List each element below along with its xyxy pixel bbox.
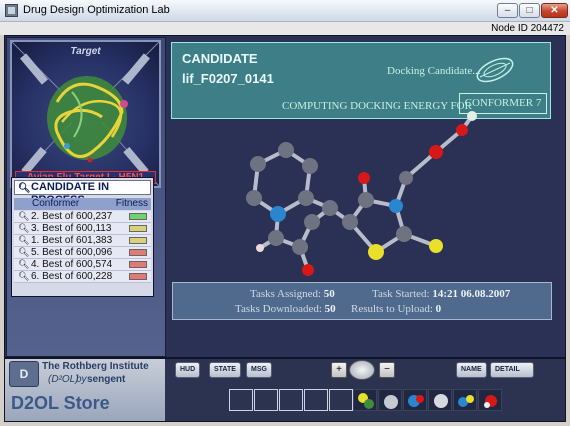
node-id: Node ID 204472 (491, 23, 564, 34)
minimize-button[interactable]: – (497, 3, 518, 18)
window-title: Drug Design Optimization Lab (23, 4, 170, 16)
brand-institute: The Rothberg Institute (42, 361, 149, 372)
title-bar: Drug Design Optimization Lab – □ ✕ (0, 0, 570, 22)
conformer-list: 🔍︎ 2. Best of 600,237 🔍︎ 3. Best of 600,113… (14, 211, 151, 283)
fitness-swatch (129, 261, 147, 268)
list-item[interactable]: 🔍︎ 4. Best of 600,574 (14, 259, 151, 271)
conformer-thumbnail[interactable] (403, 389, 427, 411)
conformer-slot[interactable] (254, 389, 278, 411)
msg-toggle[interactable]: MSG (246, 362, 272, 378)
state-toggle[interactable]: STATE (209, 362, 241, 378)
brand-panel[interactable]: D The Rothberg Institute (D²OL) by senge… (5, 359, 165, 421)
conformer-label: 4. Best of 600,574 (31, 259, 113, 270)
store-link[interactable]: D2OL Store (11, 393, 110, 414)
magnify-icon[interactable]: 🔍︎ (18, 235, 29, 246)
maximize-button[interactable]: □ (519, 3, 540, 18)
conformer-slot[interactable] (229, 389, 253, 411)
fitness-swatch (129, 213, 147, 220)
conformer-label: 3. Best of 600,113 (31, 223, 112, 234)
brand-d2ol: (D²OL) (48, 374, 79, 385)
conformer-slot[interactable] (279, 389, 303, 411)
zoom-in-icon[interactable]: + (331, 362, 347, 378)
candidate-title: CANDIDATE (182, 51, 258, 66)
tasks-assigned: Tasks Assigned: 50 (250, 288, 335, 300)
task-started: Task Started: 14:21 06.08.2007 (372, 288, 511, 300)
magnify-icon[interactable]: 🔍︎ (18, 259, 29, 270)
search-icon: 🔍︎ (18, 183, 31, 194)
magnify-icon[interactable]: 🔍︎ (18, 211, 29, 222)
list-item[interactable]: 🔍︎ 5. Best of 600,096 (14, 247, 151, 259)
process-header: 🔍︎ CANDIDATE IN PROCESS (14, 180, 151, 206)
magnify-icon[interactable]: 🔍︎ (18, 247, 29, 258)
conformer-label: 6. Best of 600,228 (31, 271, 113, 282)
conformer-label: 1. Best of 601,383 (31, 235, 113, 246)
candidate-id: lif_F0207_0141 (182, 71, 274, 86)
conformer-label: 5. Best of 600,096 (31, 247, 113, 258)
d2ol-logo-icon: D (9, 361, 39, 387)
list-item[interactable]: 🔍︎ 1. Best of 601,383 (14, 235, 151, 247)
magnify-icon[interactable]: 🔍︎ (18, 271, 29, 282)
col-conformer: Conformer (32, 198, 80, 209)
list-item[interactable]: 🔍︎ 3. Best of 600,113 (14, 223, 151, 235)
target-viewer[interactable]: Target Avian Flu Target I - H5N1 (10, 40, 161, 188)
docking-disk-icon (476, 57, 514, 83)
protein-icon (12, 42, 159, 186)
list-item[interactable]: 🔍︎ 6. Best of 600,228 (14, 271, 151, 283)
fitness-swatch (129, 225, 147, 232)
process-column-header: Conformer Fitness (14, 198, 151, 210)
results-to-upload: Results to Upload: 0 (351, 303, 442, 315)
candidate-process-panel: 🔍︎ CANDIDATE IN PROCESS Conformer Fitnes… (11, 177, 154, 297)
app-icon (5, 4, 18, 17)
magnify-icon[interactable]: 🔍︎ (18, 223, 29, 234)
docking-status: Docking Candidate... (387, 65, 481, 77)
task-stats-panel: Tasks Assigned: 50 Tasks Downloaded: 50 … (172, 282, 552, 320)
node-bar: Node ID 204472 (0, 22, 570, 35)
conformer-thumbnail[interactable] (478, 389, 502, 411)
candidate-panel: CANDIDATE lif_F0207_0141 Docking Candida… (171, 42, 551, 119)
conformer-thumbnail[interactable] (353, 389, 377, 411)
hud-toggle[interactable]: HUD (175, 362, 201, 378)
conformer-slot[interactable] (304, 389, 328, 411)
fitness-swatch (129, 273, 147, 280)
fitness-swatch (129, 249, 147, 256)
list-item[interactable]: 🔍︎ 2. Best of 600,237 (14, 211, 151, 223)
conformer-label: 2. Best of 600,237 (31, 211, 113, 222)
conformer-slot[interactable] (329, 389, 353, 411)
navigation-dial-icon[interactable] (349, 360, 375, 380)
molecule-viewer[interactable] (200, 110, 490, 290)
close-button[interactable]: ✕ (541, 3, 568, 18)
detail-slider[interactable]: DETAIL (490, 362, 534, 378)
brand-by: by (76, 374, 87, 385)
conformer-thumbnail[interactable] (453, 389, 477, 411)
conformer-thumbnail[interactable] (428, 389, 452, 411)
conformer-thumbnail[interactable] (378, 389, 402, 411)
fitness-swatch (129, 237, 147, 244)
zoom-out-icon[interactable]: − (379, 362, 395, 378)
col-fitness: Fitness (115, 198, 148, 209)
brand-sengent: sengent (87, 374, 126, 385)
name-toggle[interactable]: NAME (456, 362, 487, 378)
tasks-downloaded: Tasks Downloaded: 50 (235, 303, 336, 315)
